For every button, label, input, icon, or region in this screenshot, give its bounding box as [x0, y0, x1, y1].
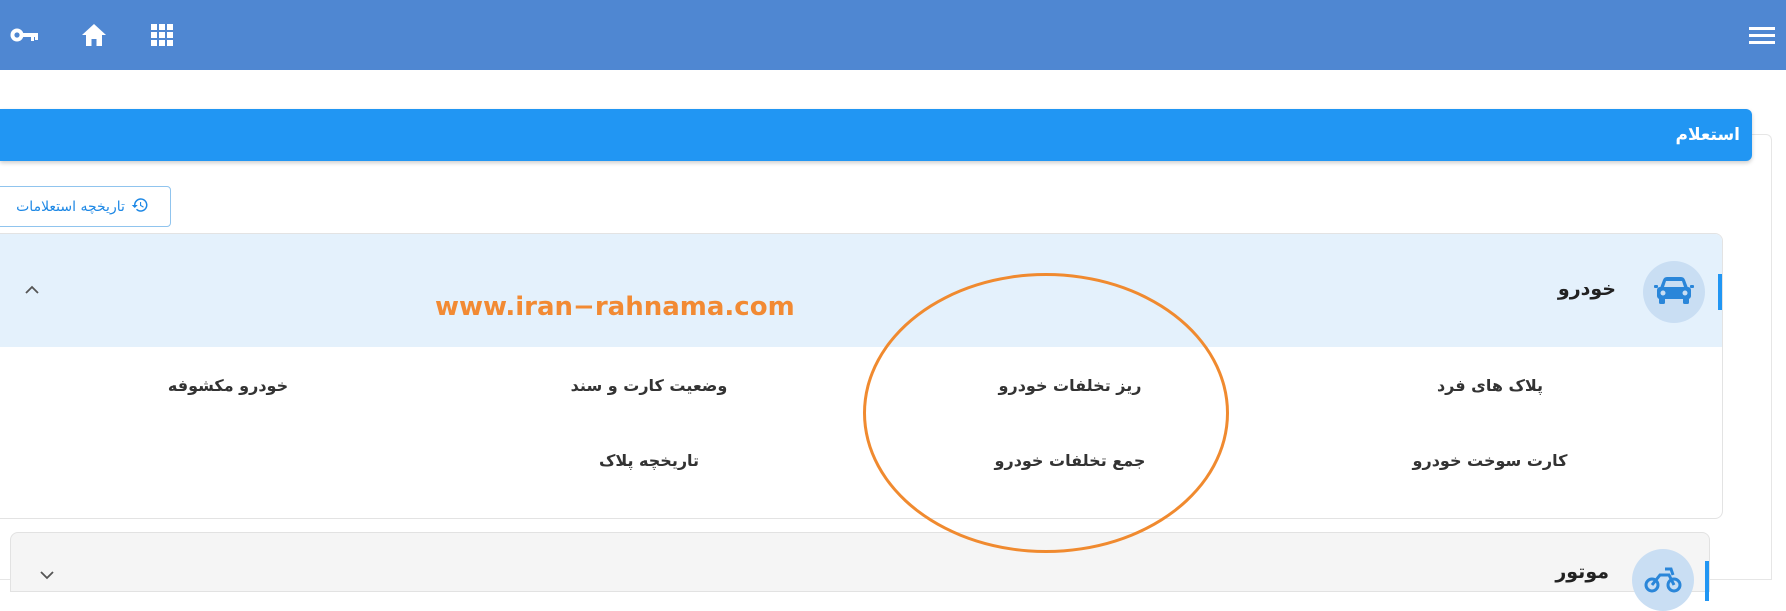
service-recovered-vehicle[interactable]: خودرو مکشوفه	[168, 376, 288, 395]
inquiry-history-button[interactable]: تاریخچه استعلامات	[0, 186, 171, 227]
home-icon[interactable]	[76, 17, 112, 53]
apps-grid-icon[interactable]	[144, 17, 180, 53]
motorcycle-avatar	[1632, 549, 1694, 611]
motorcycle-icon	[1643, 563, 1683, 597]
group-accent-bar	[1705, 561, 1709, 601]
history-icon	[131, 196, 149, 218]
service-plate-history[interactable]: تاریخچه پلاک	[599, 451, 699, 470]
car-icon	[1654, 274, 1694, 310]
section-header: استعلام	[0, 109, 1752, 161]
car-avatar	[1643, 261, 1705, 323]
car-group: خودرو پلاک های فرد ریز تخلفات خودرو وضعی…	[0, 233, 1723, 519]
service-card-document-status[interactable]: وضعیت کارت و سند	[571, 376, 728, 395]
service-vehicle-fuel-card[interactable]: کارت سوخت خودرو	[1413, 451, 1568, 470]
chevron-down-icon[interactable]	[35, 563, 59, 587]
car-group-header[interactable]: خودرو	[0, 234, 1722, 347]
service-vehicle-violation-details[interactable]: ریز تخلفات خودرو	[999, 376, 1142, 395]
group-accent-bar	[1718, 274, 1722, 310]
key-icon[interactable]	[6, 17, 42, 53]
watermark-text: www.iran−rahnama.com	[435, 292, 795, 322]
history-button-label: تاریخچه استعلامات	[16, 198, 125, 215]
service-vehicle-violation-total[interactable]: جمع تخلفات خودرو	[995, 451, 1146, 470]
menu-icon[interactable]	[1744, 17, 1780, 53]
service-odd-plates[interactable]: پلاک های فرد	[1437, 376, 1543, 395]
page-title: استعلام	[1675, 125, 1740, 145]
top-app-bar	[0, 0, 1786, 70]
car-group-title: خودرو	[1557, 278, 1616, 300]
chevron-up-icon[interactable]	[20, 278, 44, 302]
motorcycle-group[interactable]: موتور	[10, 532, 1710, 611]
